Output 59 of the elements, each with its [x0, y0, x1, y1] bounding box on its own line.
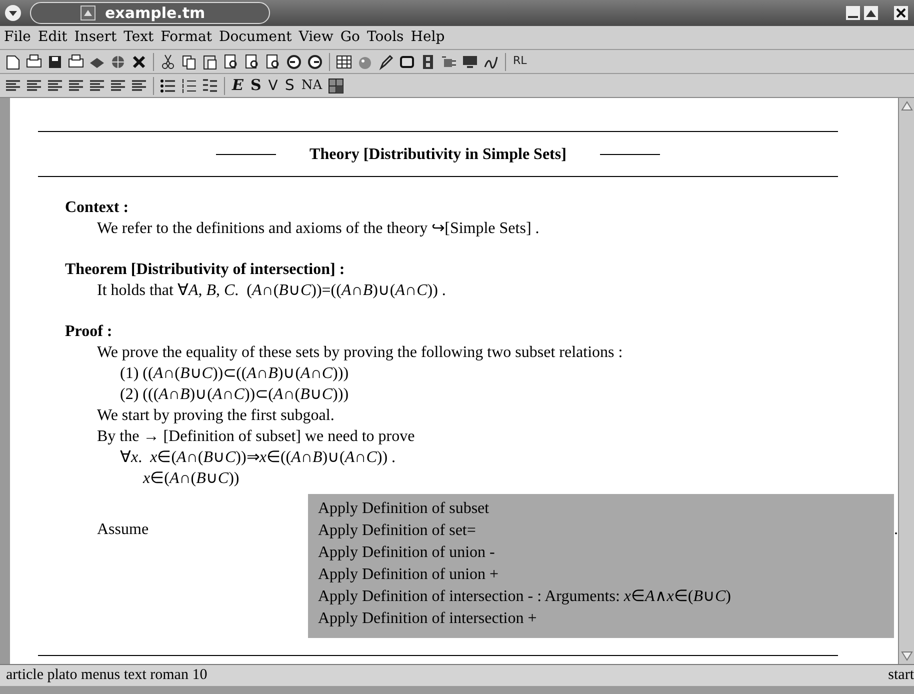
text-line: (2) (((A∩B)∪(A∩C))⊂(A∩(B∪C)))	[120, 385, 349, 405]
text-line: Assume	[97, 520, 149, 540]
menu-item[interactable]: Apply Definition of subset	[318, 498, 894, 520]
table-icon[interactable]	[335, 52, 353, 70]
description-list-icon[interactable]	[201, 76, 219, 94]
document-icon	[79, 4, 97, 22]
maximize-icon[interactable]	[862, 4, 880, 22]
status-text: article plato menus text roman 10	[6, 666, 208, 686]
toolbar-button[interactable]: RL	[511, 53, 529, 70]
scrollbar[interactable]	[898, 98, 914, 664]
clipboard-icon[interactable]	[201, 52, 219, 70]
menu-item[interactable]: File	[4, 27, 31, 48]
menu-item[interactable]: Document	[219, 27, 292, 48]
menu-item[interactable]: Help	[410, 27, 445, 48]
menu-item[interactable]: Tools	[366, 27, 404, 48]
printer-icon[interactable]	[67, 52, 85, 70]
window-title: example.tm	[105, 2, 206, 24]
section-heading: Theorem [Distributivity of intersection] :	[65, 260, 346, 280]
bullet-list-icon[interactable]	[159, 76, 177, 94]
minimize-icon[interactable]	[844, 4, 862, 22]
text-line: By the → [Definition of subset] we need to prove	[97, 427, 415, 447]
menu-item[interactable]: Apply Definition of intersection - : Arguments: x∈A∧x∈(B∪C)	[318, 586, 894, 608]
printer-icon[interactable]	[25, 52, 43, 70]
format-button[interactable]: S	[282, 78, 296, 93]
numbered-list-icon[interactable]	[180, 76, 198, 94]
close-icon[interactable]	[892, 4, 910, 22]
text-line: We refer to the definitions and axioms of the theory ↪[Simple Sets] .	[97, 219, 540, 239]
menu-item[interactable]: Go	[340, 27, 360, 48]
text-line: .	[894, 520, 898, 540]
copy-icon[interactable]	[180, 52, 198, 70]
menu-item[interactable]: Apply Definition of intersection +	[318, 608, 894, 630]
menu-item[interactable]: Apply Definition of union -	[318, 542, 894, 564]
status-text: start	[888, 666, 914, 686]
scissors-icon[interactable]	[159, 52, 177, 70]
grid-icon[interactable]	[327, 76, 346, 94]
new-document-icon[interactable]	[4, 52, 22, 70]
format-button[interactable]: S	[248, 78, 264, 93]
menu-item[interactable]: Apply Definition of union +	[318, 564, 894, 586]
menu-item[interactable]: Apply Definition of set=	[318, 520, 894, 542]
format-button[interactable]: NA	[299, 79, 324, 92]
text-line: x∈(A∩(B∪C))	[143, 469, 240, 489]
menu-icon[interactable]	[4, 4, 22, 22]
menu-item[interactable]: Edit	[38, 27, 68, 48]
text-line: We start by proving the first subgoal.	[97, 406, 334, 426]
text-line: It holds that ∀A, B, C. (A∩(B∪C))=((A∩B)∪(A∩C)) .	[97, 281, 446, 301]
window-tab[interactable]: example.tm	[30, 2, 270, 24]
format-button[interactable]: V	[266, 78, 280, 92]
menu-item[interactable]: View	[298, 27, 334, 48]
format-button[interactable]: E	[230, 78, 246, 93]
text-line: We prove the equality of these sets by proving the following two subset relations :	[97, 343, 623, 363]
menu-item[interactable]: Insert	[74, 27, 117, 48]
menu-item[interactable]: Format	[160, 27, 212, 48]
document-title: Theory [Distributivity in Simple Sets]	[310, 144, 566, 164]
menu-item[interactable]: Text	[124, 27, 154, 48]
text-line: (1) ((A∩(B∪C))⊂((A∩B)∪(A∩C)))	[120, 364, 349, 384]
text-line: ∀x. x∈(A∩(B∪C))⇒x∈((A∩B)∪(A∩C)) .	[120, 448, 396, 468]
pen-icon[interactable]	[377, 52, 395, 70]
section-heading: Context :	[65, 198, 130, 218]
section-heading: Proof :	[65, 322, 114, 342]
